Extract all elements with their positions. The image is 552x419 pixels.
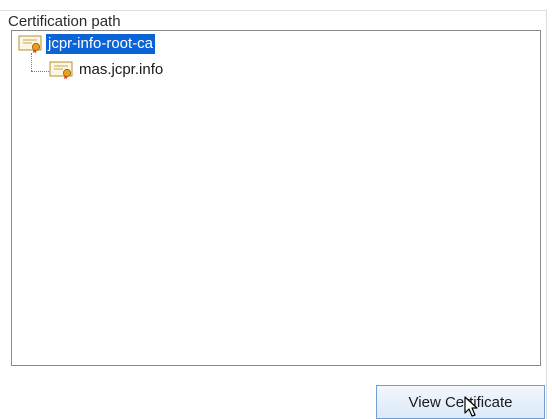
certificate-icon — [18, 34, 44, 54]
certificate-icon — [49, 60, 75, 80]
tree-node-leaf-cert[interactable]: mas.jcpr.info — [49, 59, 165, 81]
tree-connector-vertical — [31, 53, 32, 71]
certification-path-tree[interactable]: jcpr-info-root-ca mas.jcpr.info — [11, 30, 541, 366]
tree-connector-horizontal — [31, 71, 49, 72]
view-certificate-button[interactable]: View Certificate — [376, 385, 545, 419]
tree-node-label[interactable]: jcpr-info-root-ca — [46, 34, 156, 54]
mouse-pointer-icon — [464, 396, 478, 417]
tree-node-root-ca[interactable]: jcpr-info-root-ca — [18, 33, 156, 55]
tree-node-label[interactable]: mas.jcpr.info — [77, 60, 165, 80]
certification-path-label: Certification path — [2, 13, 127, 31]
